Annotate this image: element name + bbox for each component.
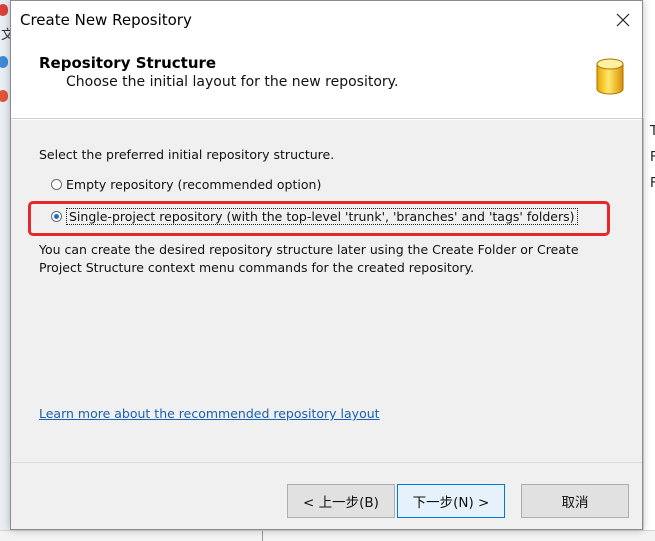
background-glyph: F: [650, 176, 655, 191]
highlight-annotation: [28, 201, 610, 236]
wizard-footer: < 上一步(B) 下一步(N) > 取消: [11, 462, 642, 529]
database-icon: [596, 58, 624, 95]
background-right-strip: T F F: [643, 118, 655, 541]
wizard-header: Repository Structure Choose the initial …: [11, 39, 642, 119]
empty-repository-radio[interactable]: [51, 179, 62, 190]
app-red-icon: [0, 4, 8, 16]
cancel-button[interactable]: 取消: [521, 484, 629, 518]
background-divider: [262, 531, 263, 541]
close-button[interactable]: [608, 5, 638, 35]
learn-more-link[interactable]: Learn more about the recommended reposit…: [39, 406, 380, 421]
empty-repository-label: Empty repository (recommended option): [66, 177, 322, 192]
window-title: Create New Repository: [20, 11, 192, 29]
next-button[interactable]: 下一步(N) >: [397, 484, 505, 518]
empty-repository-option[interactable]: Empty repository (recommended option): [51, 177, 321, 192]
back-button[interactable]: < 上一步(B): [287, 484, 395, 518]
close-icon: [616, 13, 630, 27]
structure-note: You can create the desired repository st…: [39, 242, 579, 275]
background-glyph: T: [650, 124, 655, 139]
structure-prompt: Select the preferred initial repository …: [39, 147, 335, 162]
app-orange-icon: [0, 90, 8, 102]
title-bar[interactable]: Create New Repository: [11, 1, 642, 39]
page-subtitle: Choose the initial layout for the new re…: [66, 74, 399, 90]
background-bottom-strip: [0, 530, 655, 541]
app-blue-icon: [0, 56, 8, 68]
page-title: Repository Structure: [39, 54, 217, 72]
create-repository-dialog: Create New Repository Repository Structu…: [10, 0, 643, 530]
background-glyph: F: [650, 150, 655, 165]
wizard-body: Select the preferred initial repository …: [11, 120, 642, 462]
